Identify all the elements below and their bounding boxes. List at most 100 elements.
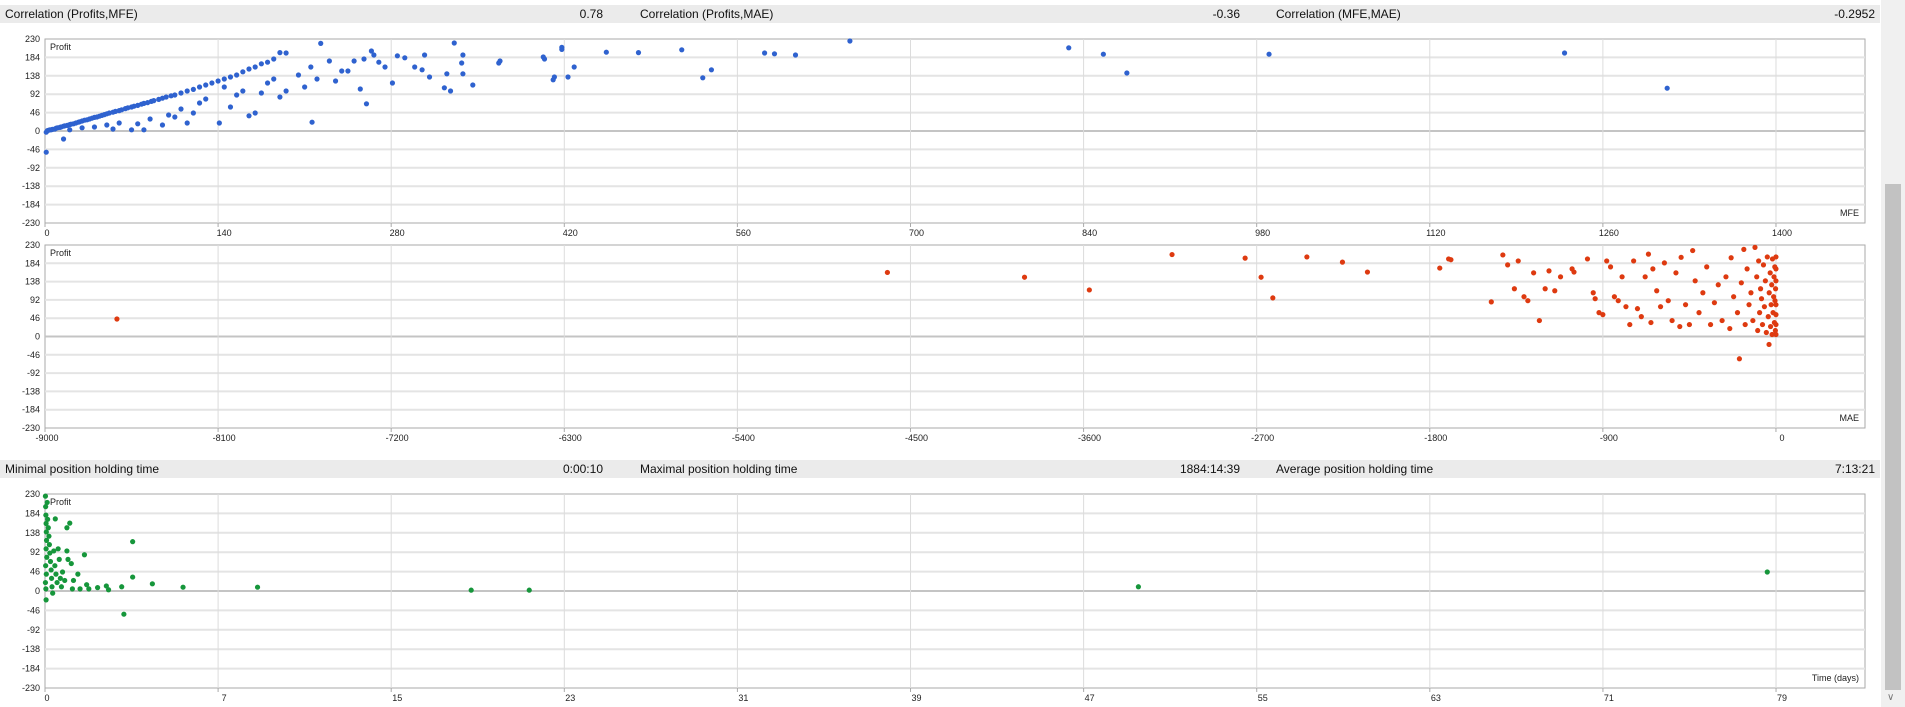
data-point xyxy=(121,611,127,617)
y-tick-label: 92 xyxy=(30,547,40,557)
data-point xyxy=(1364,269,1371,275)
y-tick-label: -138 xyxy=(22,181,40,191)
y-tick-label: 184 xyxy=(25,52,40,62)
data-point xyxy=(62,577,68,584)
data-point xyxy=(326,58,332,64)
data-point xyxy=(45,525,51,531)
data-point xyxy=(1764,254,1770,260)
data-point xyxy=(159,122,166,128)
data-point xyxy=(44,554,50,560)
y-tick-label: 230 xyxy=(25,240,40,250)
data-point xyxy=(46,533,52,539)
data-point xyxy=(1686,321,1693,328)
data-point xyxy=(43,586,49,592)
x-tick-label: 55 xyxy=(1258,693,1268,703)
data-point xyxy=(468,587,474,593)
data-point xyxy=(163,94,169,100)
data-point xyxy=(1552,288,1558,294)
data-point xyxy=(196,84,203,90)
y-tick-label: -46 xyxy=(27,144,40,154)
data-point xyxy=(277,94,283,100)
data-point xyxy=(1515,258,1521,264)
x-axis-label: MAE xyxy=(1839,413,1859,423)
data-point xyxy=(1448,257,1454,263)
data-point xyxy=(258,90,264,96)
x-tick-label: 1260 xyxy=(1599,228,1619,238)
data-point xyxy=(1767,270,1773,276)
data-point xyxy=(221,84,227,90)
data-point xyxy=(1760,262,1767,268)
y-tick-label: 92 xyxy=(30,89,40,99)
data-point xyxy=(603,49,609,55)
data-point xyxy=(441,85,447,91)
data-point xyxy=(67,127,73,133)
y-axis-label: Profit xyxy=(50,42,72,52)
data-point xyxy=(761,50,768,56)
y-tick-label: 138 xyxy=(25,71,40,81)
y-tick-label: -138 xyxy=(22,386,40,396)
data-point xyxy=(1762,278,1768,284)
x-tick-label: 840 xyxy=(1082,228,1097,238)
x-tick-label: 1400 xyxy=(1772,228,1792,238)
y-tick-label: 138 xyxy=(25,528,40,538)
data-point xyxy=(203,82,209,88)
data-point xyxy=(1661,260,1668,266)
data-point xyxy=(426,74,433,80)
data-point xyxy=(1754,274,1760,280)
y-tick-label: 230 xyxy=(25,489,40,499)
data-point xyxy=(318,40,324,47)
data-point xyxy=(1531,270,1537,276)
x-tick-label: 71 xyxy=(1604,693,1614,703)
data-point xyxy=(1135,584,1142,590)
data-point xyxy=(42,493,49,499)
data-point xyxy=(1546,268,1552,274)
data-point xyxy=(635,50,642,56)
y-tick-label: -230 xyxy=(22,218,40,228)
x-tick-label: -2700 xyxy=(1251,433,1274,443)
data-point xyxy=(382,64,388,70)
data-point xyxy=(1584,256,1591,262)
data-point xyxy=(371,52,377,58)
data-point xyxy=(1590,290,1596,296)
data-point xyxy=(1615,298,1621,304)
y-tick-label: 0 xyxy=(35,332,40,342)
data-point xyxy=(1727,325,1733,332)
data-point xyxy=(376,59,382,65)
data-point xyxy=(1742,321,1748,328)
data-point xyxy=(56,556,62,562)
data-point xyxy=(264,80,271,86)
data-point xyxy=(184,120,190,126)
data-point xyxy=(49,584,55,590)
scrollbar-thumb[interactable] xyxy=(1885,184,1901,690)
data-point xyxy=(1124,70,1130,76)
data-point xyxy=(178,90,184,96)
data-point xyxy=(1650,266,1656,272)
x-tick-label: 63 xyxy=(1431,693,1441,703)
y-tick-label: -92 xyxy=(27,368,40,378)
data-point xyxy=(69,586,75,592)
data-point xyxy=(351,58,357,64)
data-point xyxy=(114,316,120,322)
data-point xyxy=(1773,266,1779,272)
data-point xyxy=(1768,302,1774,308)
y-axis-label: Profit xyxy=(50,248,72,258)
data-point xyxy=(1505,262,1511,268)
data-point xyxy=(1242,255,1248,261)
data-point xyxy=(1773,278,1779,284)
data-point xyxy=(1664,85,1670,91)
data-point xyxy=(227,104,234,110)
vertical-scrollbar[interactable]: ∨ xyxy=(1881,0,1905,707)
data-point xyxy=(178,106,184,112)
x-tick-label: 280 xyxy=(390,228,405,238)
data-point xyxy=(215,78,221,84)
data-point xyxy=(363,101,370,107)
data-point xyxy=(559,46,565,53)
data-point xyxy=(1741,246,1747,252)
data-point xyxy=(1500,252,1506,258)
data-point xyxy=(1638,314,1644,320)
data-point xyxy=(258,61,264,67)
x-tick-label: -5400 xyxy=(732,433,755,443)
data-point xyxy=(141,127,147,133)
data-point xyxy=(196,100,203,106)
chevron-down-icon[interactable]: ∨ xyxy=(1887,692,1894,704)
